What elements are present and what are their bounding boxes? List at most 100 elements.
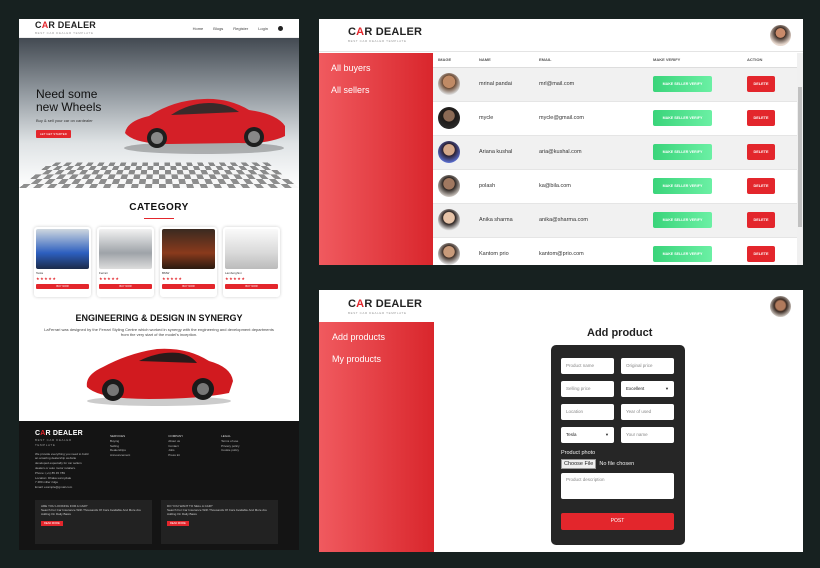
category-cards: Tesla ★★★★★ BUY NOW Ferrari ★★★★★ BUY NO… [19, 219, 299, 297]
product-logo[interactable]: CAR DEALER BEST CAR DEALER TEMPLATE [348, 298, 422, 315]
add-product-panel: CAR DEALER BEST CAR DEALER TEMPLATE Add … [319, 290, 803, 552]
logo-tagline: BEST CAR DEALER TEMPLATE [35, 31, 94, 35]
selling-price-input[interactable]: Selling price [561, 381, 614, 397]
user-email: aria@kushal.com [539, 135, 653, 170]
delete-button[interactable]: DELETE [747, 212, 775, 228]
admin-users-panel: CAR DEALER BEST CAR DEALER TEMPLATE All … [319, 19, 803, 265]
table-row: mrinal pandai mrl@mail.com MAKE SELLER V… [433, 67, 797, 102]
sidebar-item-all-buyers[interactable]: All buyers [331, 63, 421, 73]
user-photo [438, 175, 460, 197]
make-seller-verify-button[interactable]: MAKE SELLER VERIFY [653, 246, 712, 262]
rating-stars: ★★★★★ [99, 276, 120, 281]
table-row: Anika sharma anika@sharma.com MAKE SELLE… [433, 203, 797, 238]
table-row: polash ka@bila.com MAKE SELLER VERIFY DE… [433, 169, 797, 204]
car-card-ferrari[interactable]: Ferrari ★★★★★ BUY NOW [97, 227, 154, 297]
table-scrollbar[interactable] [797, 53, 803, 265]
product-photo-label: Product photo [561, 450, 596, 456]
your-name-input[interactable]: Your name [621, 427, 674, 443]
buy-now-button[interactable]: BUY NOW [225, 284, 278, 289]
condition-value: Excellent [626, 386, 645, 391]
rating-stars: ★★★★★ [162, 276, 183, 281]
year-of-used-input[interactable]: Year of used [621, 404, 674, 420]
user-name: Kantom prio [479, 237, 539, 265]
make-seller-verify-button[interactable]: MAKE SELLER VERIFY [653, 76, 712, 92]
buy-now-button[interactable]: BUY NOW [99, 284, 152, 289]
table-row: mycle mycle@gmail.com MAKE SELLER VERIFY… [433, 101, 797, 136]
product-name-input[interactable]: Product name [561, 358, 614, 374]
user-email: anika@sharma.com [539, 203, 653, 238]
car-image [225, 229, 278, 269]
column-header-make-verify: MAKE VERIFY [653, 53, 747, 68]
user-photo [438, 209, 460, 231]
landing-page-panel: CAR DEALER BEST CAR DEALER TEMPLATE Home… [19, 19, 299, 550]
car-image [99, 229, 152, 269]
seller-sidebar: Add products My products [319, 322, 434, 552]
buy-now-button[interactable]: BUY NOW [162, 284, 215, 289]
make-seller-verify-button[interactable]: MAKE SELLER VERIFY [653, 178, 712, 194]
footer-link[interactable]: Announcement [110, 453, 130, 458]
footer-link[interactable]: Terms of use [221, 439, 239, 444]
car-name: BMW [162, 271, 170, 275]
column-header-email: EMAIL [539, 53, 653, 68]
get-started-button[interactable]: LET GET STARTED [36, 130, 71, 138]
hero-red-car-image [124, 98, 285, 154]
sidebar-item-my-products[interactable]: My products [332, 354, 421, 364]
make-seller-verify-button[interactable]: MAKE SELLER VERIFY [653, 144, 712, 160]
condition-select[interactable]: Excellent ▼ [621, 381, 674, 397]
location-input[interactable]: Location [561, 404, 614, 420]
footer-logo[interactable]: CAR DEALER [35, 430, 90, 437]
post-button[interactable]: POST [561, 513, 674, 530]
delete-button[interactable]: DELETE [747, 76, 775, 92]
buy-now-button[interactable]: BUY NOW [36, 284, 89, 289]
delete-button[interactable]: DELETE [747, 246, 775, 262]
footer-legal-column: LEGAL Terms of use Privacy policy Cookie… [221, 434, 240, 453]
user-icon[interactable] [278, 25, 283, 31]
read-more-button[interactable]: READ MORE [41, 520, 63, 527]
page-title: Add product [587, 327, 653, 339]
admin-logo[interactable]: CAR DEALER BEST CAR DEALER TEMPLATE [348, 27, 422, 44]
avatar[interactable] [770, 296, 791, 317]
car-name: Tesla [36, 271, 44, 275]
table-row: Ariana kushal aria@kushal.com MAKE SELLE… [433, 135, 797, 170]
footer-company-column: COMPANY About us Contact Jobs Press kit [168, 434, 184, 458]
original-price-input[interactable]: Original price [621, 358, 674, 374]
car-name: Ferrari [99, 271, 108, 275]
product-description-textarea[interactable]: Product description [561, 473, 674, 499]
choose-file-button[interactable]: Choose File [561, 459, 597, 469]
add-product-form: Product name Original price Selling pric… [551, 345, 685, 545]
nav-home-link[interactable]: Home [193, 26, 204, 31]
avatar[interactable] [770, 24, 791, 46]
user-name: mrinal pandai [479, 67, 539, 102]
footer-about: CAR DEALER BEST CAR DEALER TEMPLATE We p… [35, 430, 90, 490]
nav-login-link[interactable]: Login [258, 26, 268, 31]
looking-for-car-box: ARE YOU LOOKING FOR A CAR? Search For Ca… [35, 500, 152, 544]
car-card-lamborghini[interactable]: Lamborghini ★★★★★ BUY NOW [223, 227, 280, 297]
rating-stars: ★★★★★ [225, 276, 246, 281]
brand-value: Tesla [566, 432, 577, 437]
no-file-chosen-text: No file chosen [599, 461, 635, 467]
delete-button[interactable]: DELETE [747, 144, 775, 160]
sell-car-box: DO YOU WANT TO SELL A CAR? Search For Ca… [161, 500, 278, 544]
user-email: mrl@mail.com [539, 67, 653, 102]
sidebar-item-add-products[interactable]: Add products [332, 332, 421, 342]
user-email: ka@bila.com [539, 169, 653, 204]
car-image [162, 229, 215, 269]
product-photo-file-input[interactable]: Choose File No file chosen [561, 459, 675, 469]
sidebar-item-all-sellers[interactable]: All sellers [331, 85, 421, 95]
car-card-tesla[interactable]: Tesla ★★★★★ BUY NOW [34, 227, 91, 297]
delete-button[interactable]: DELETE [747, 178, 775, 194]
user-photo [438, 73, 460, 95]
scrollbar-thumb[interactable] [798, 87, 802, 227]
delete-button[interactable]: DELETE [747, 110, 775, 126]
make-seller-verify-button[interactable]: MAKE SELLER VERIFY [653, 212, 712, 228]
nav-register-link[interactable]: Register [233, 26, 248, 31]
make-seller-verify-button[interactable]: MAKE SELLER VERIFY [653, 110, 712, 126]
nav-blogs-link[interactable]: Blogs [213, 26, 223, 31]
read-more-button[interactable]: READ MORE [167, 520, 189, 527]
footer-link[interactable]: Cookie policy [221, 448, 239, 453]
landing-footer: CAR DEALER BEST CAR DEALER TEMPLATE We p… [19, 421, 299, 550]
car-card-bmw[interactable]: BMW ★★★★★ BUY NOW [160, 227, 217, 297]
footer-link[interactable]: Press kit [168, 453, 183, 458]
brand-select[interactable]: Tesla ▼ [561, 427, 614, 443]
landing-logo[interactable]: CAR DEALER BEST CAR DEALER TEMPLATE [35, 21, 96, 36]
